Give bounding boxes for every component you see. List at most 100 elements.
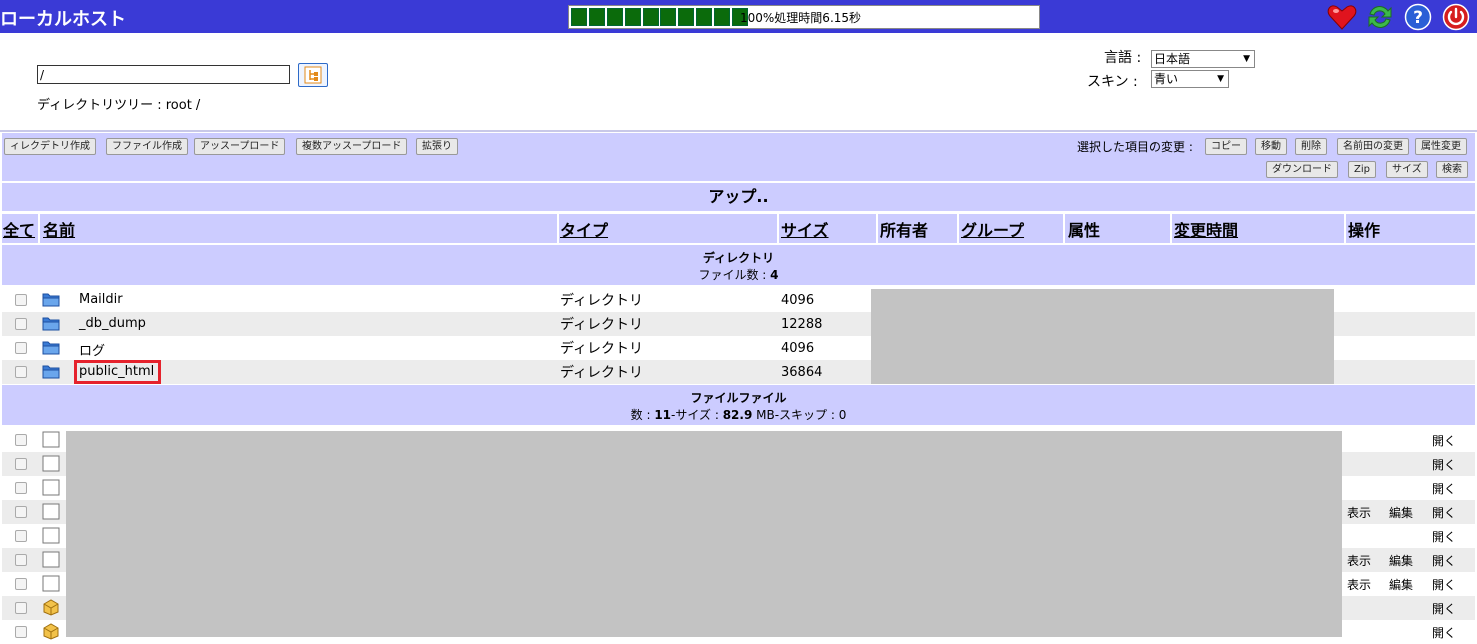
file-icon [42, 503, 60, 520]
row-checkbox[interactable] [15, 530, 27, 542]
size-button[interactable]: サイズ [1386, 161, 1428, 178]
redacted-area [66, 431, 1342, 637]
copy-button[interactable]: コピー [1205, 138, 1247, 155]
open-link[interactable]: 開く [1432, 432, 1456, 449]
row-checkbox[interactable] [15, 318, 27, 330]
parent-directory-link[interactable]: アップ.. [2, 183, 1475, 211]
rename-button[interactable]: 名前田の変更 [1337, 138, 1409, 155]
edit-link[interactable]: 編集 [1389, 504, 1413, 521]
create-directory-button[interactable]: ィレクデトリ作成 [4, 138, 96, 155]
column-owner: 所有者 [880, 221, 929, 240]
view-link[interactable]: 表示 [1347, 552, 1371, 569]
column-size[interactable]: サイズ [781, 217, 829, 241]
column-operations: 操作 [1348, 221, 1381, 240]
open-link[interactable]: 開く [1432, 552, 1456, 569]
progress-segment [714, 8, 731, 26]
row-checkbox[interactable] [15, 482, 27, 494]
directory-tree-button[interactable] [298, 63, 328, 87]
header-icons: ? [1327, 3, 1471, 30]
skin-select[interactable]: 青い ▼ [1151, 70, 1229, 88]
directory-tree-label: ディレクトリツリー : root / [37, 98, 201, 113]
progress-fill [571, 8, 750, 26]
folder-icon [42, 363, 60, 380]
edit-link[interactable]: 編集 [1389, 552, 1413, 569]
directory-type: ディレクトリ [560, 365, 644, 381]
open-link[interactable]: 開く [1432, 456, 1456, 473]
open-link[interactable]: 開く [1432, 576, 1456, 593]
file-icon [42, 479, 60, 496]
edit-link[interactable]: 編集 [1389, 576, 1413, 593]
create-file-button[interactable]: フファイル作成 [106, 138, 188, 155]
directory-count: ファイル数 : 4 [698, 268, 779, 282]
progress-segment [571, 8, 587, 26]
file-icon [42, 551, 60, 568]
select-all-link[interactable]: 全て [3, 217, 35, 241]
skin-label: スキン : [1087, 74, 1138, 90]
progress-text: 100%処理時間6.15秒 [740, 11, 862, 25]
row-checkbox[interactable] [15, 602, 27, 614]
file-section-header: ファイルファイル 数 : 11-サイズ : 82.9 MB-スキップ : 0 [2, 385, 1475, 425]
directory-name-link[interactable]: ログ [79, 340, 105, 359]
view-link[interactable]: 表示 [1347, 504, 1371, 521]
tree-icon [304, 66, 322, 84]
folder-icon [42, 315, 60, 332]
change-attributes-button[interactable]: 属性変更 [1415, 138, 1467, 155]
dropdown-arrow-icon: ▼ [1217, 74, 1224, 84]
open-link[interactable]: 開く [1432, 528, 1456, 545]
directory-name-link[interactable]: Maildir [79, 292, 123, 307]
refresh-icon[interactable] [1365, 3, 1395, 30]
delete-button[interactable]: 削除 [1295, 138, 1327, 155]
row-checkbox[interactable] [15, 434, 27, 446]
open-link[interactable]: 開く [1432, 504, 1456, 521]
column-modified-time[interactable]: 変更時間 [1174, 217, 1238, 241]
open-link[interactable]: 開く [1432, 480, 1456, 497]
extract-button[interactable]: 拡張り [416, 138, 458, 155]
directory-size: 36864 [781, 365, 823, 380]
directory-size: 12288 [781, 317, 823, 332]
move-button[interactable]: 移動 [1255, 138, 1287, 155]
folder-icon [42, 339, 60, 356]
search-button[interactable]: 検索 [1436, 161, 1468, 178]
progress-segment [660, 8, 677, 26]
power-icon[interactable] [1441, 3, 1471, 30]
row-checkbox[interactable] [15, 458, 27, 470]
file-section-title: ファイルファイル [690, 391, 787, 405]
language-select[interactable]: 日本語 ▼ [1151, 50, 1255, 68]
directory-name-link[interactable]: _db_dump [79, 316, 146, 331]
multi-upload-button[interactable]: 複数アッスープロード [296, 138, 408, 155]
view-link[interactable]: 表示 [1347, 576, 1371, 593]
progress-segment [606, 8, 623, 26]
dropdown-arrow-icon: ▼ [1243, 54, 1250, 64]
column-group[interactable]: グループ [961, 217, 1024, 241]
toolbar: ィレクデトリ作成 フファイル作成 アッスープロード 複数アッスープロード 拡張り… [2, 133, 1475, 181]
progress-segment [696, 8, 713, 26]
package-icon [42, 623, 60, 640]
open-link[interactable]: 開く [1432, 600, 1456, 617]
upload-button[interactable]: アッスープロード [194, 138, 286, 155]
skin-select-value: 青い [1154, 72, 1179, 86]
path-input[interactable] [37, 65, 290, 84]
progress-segment [624, 8, 641, 26]
column-name[interactable]: 名前 [43, 217, 75, 241]
column-type[interactable]: タイプ [560, 217, 608, 241]
zip-button[interactable]: Zip [1348, 161, 1376, 178]
row-checkbox[interactable] [15, 366, 27, 378]
selected-items-label: 選択した項目の変更 : [1077, 140, 1193, 154]
column-header: 全て 名前 タイプ サイズ 所有者 グループ 属性 変更時間 操作 [2, 214, 1475, 243]
redacted-area [871, 289, 1334, 384]
progress-segment [642, 8, 659, 26]
highlight-box [74, 360, 161, 384]
row-checkbox[interactable] [15, 626, 27, 638]
file-summary: 数 : 11-サイズ : 82.9 MB-スキップ : 0 [630, 408, 847, 422]
heart-icon[interactable] [1327, 3, 1357, 30]
directory-section-title: ディレクトリ [702, 251, 775, 265]
row-checkbox[interactable] [15, 294, 27, 306]
download-button[interactable]: ダウンロード [1266, 161, 1338, 178]
help-icon[interactable]: ? [1403, 3, 1433, 30]
row-checkbox[interactable] [15, 506, 27, 518]
row-checkbox[interactable] [15, 554, 27, 566]
open-link[interactable]: 開く [1432, 624, 1456, 641]
language-label: 言語 : [1104, 50, 1142, 66]
row-checkbox[interactable] [15, 578, 27, 590]
row-checkbox[interactable] [15, 342, 27, 354]
